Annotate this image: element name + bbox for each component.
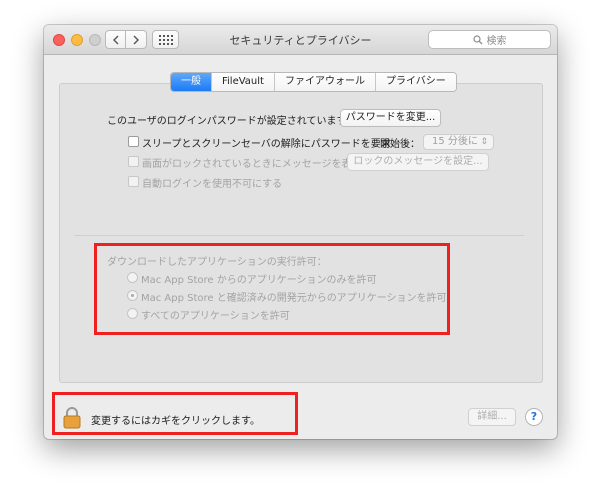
title-bar: セキュリティとプライバシー 検索	[44, 25, 557, 55]
general-panel	[59, 83, 543, 383]
lock-message-checkbox[interactable]	[128, 156, 139, 167]
disable-autologin-checkbox[interactable]	[128, 176, 139, 187]
tab-filevault[interactable]: FileVault	[211, 73, 274, 91]
set-lock-message-button[interactable]: ロックのメッセージを設定...	[347, 153, 489, 171]
lock-message-label: 画面がロックされているときにメッセージを表示	[142, 159, 362, 170]
start-after-value: 15 分後に	[432, 136, 478, 147]
search-placeholder: 検索	[486, 36, 507, 47]
tab-general[interactable]: 一般	[171, 73, 211, 91]
disable-autologin-label: 自動ログインを使用不可にする	[142, 179, 283, 190]
require-password-label: スリープとスクリーンセーバの解除にパスワードを要求	[142, 139, 391, 150]
advanced-button[interactable]: 詳細...	[468, 408, 516, 426]
password-status-text: このユーザのログインパスワードが設定されています	[107, 116, 347, 127]
downloads-highlight-box	[94, 243, 450, 335]
help-icon[interactable]: ?	[525, 408, 543, 426]
tab-firewall[interactable]: ファイアウォール	[273, 73, 375, 91]
start-after-select[interactable]: 15 分後に ⇕	[423, 134, 494, 150]
preferences-window: セキュリティとプライバシー 検索 一般 FileVault ファイアウォール プ…	[44, 25, 557, 439]
require-password-checkbox[interactable]	[128, 136, 139, 147]
lock-highlight-box	[52, 392, 298, 435]
tab-privacy[interactable]: プライバシー	[374, 73, 456, 91]
section-divider	[74, 235, 524, 236]
change-password-button[interactable]: パスワードを変更...	[340, 109, 441, 127]
select-arrows-icon: ⇕	[480, 137, 488, 147]
search-icon	[472, 34, 482, 44]
search-field[interactable]: 検索	[428, 30, 551, 49]
tab-bar: 一般 FileVault ファイアウォール プライバシー	[170, 72, 457, 92]
start-after-label: 開始後：	[380, 139, 420, 150]
